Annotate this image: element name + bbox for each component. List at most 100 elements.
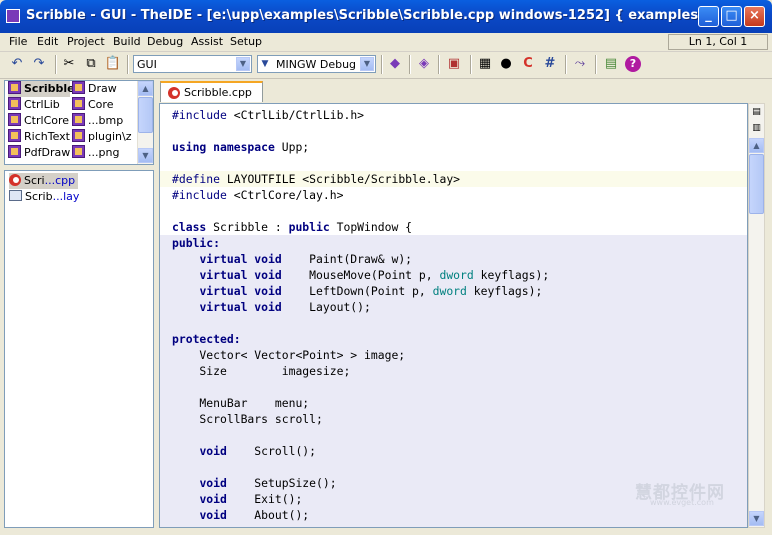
scroll-up-icon[interactable]: ▲: [749, 138, 764, 153]
menu-bar: File Edit Project Build Debug Assist Set…: [0, 33, 772, 52]
package-item[interactable]: CtrlCore: [8, 113, 69, 129]
title-bar[interactable]: Scribble - GUI - TheIDE - [e:\upp\exampl…: [0, 0, 772, 33]
file-list: Scri...cpp Scrib...lay: [4, 170, 154, 528]
code-line: #define LAYOUTFILE <Scribble/Scribble.la…: [172, 172, 461, 186]
package-scrollbar[interactable]: ▲ ▼: [137, 81, 153, 164]
package-item[interactable]: RichText: [8, 129, 70, 145]
package-item[interactable]: Core: [72, 97, 113, 113]
code-line: public:: [172, 236, 221, 250]
package-icon: [8, 129, 21, 142]
code-line: void Scroll();: [199, 444, 317, 458]
code-line: using namespace Upp;: [172, 140, 310, 154]
build-package-icon[interactable]: ◆: [387, 56, 403, 72]
help-icon[interactable]: ?: [625, 56, 641, 72]
package-item[interactable]: ...bmp: [72, 113, 123, 129]
split-vertical-icon[interactable]: ▥: [749, 122, 764, 134]
tab-scribble-cpp[interactable]: Scribble.cpp: [160, 81, 263, 102]
package-label: Core: [88, 98, 114, 111]
bomb-icon[interactable]: ●: [498, 56, 514, 72]
scroll-thumb[interactable]: [749, 154, 764, 214]
scroll-down-icon[interactable]: ▼: [749, 511, 764, 526]
menu-project[interactable]: Project: [67, 34, 105, 49]
package-icon: [72, 145, 85, 158]
package-icon: [72, 97, 85, 110]
cursor-position: Ln 1, Col 1: [668, 34, 768, 50]
build-mode-icon: ▼: [261, 59, 269, 69]
paste-icon[interactable]: 📋: [105, 56, 121, 72]
editor-scrollbar[interactable]: ▤ ▥ ▲ ▼: [748, 103, 765, 528]
code-editor[interactable]: #include <CtrlLib/CtrlLib.h> using names…: [159, 103, 748, 528]
scroll-down-icon[interactable]: ▼: [138, 148, 153, 163]
package-item[interactable]: ...png: [72, 145, 119, 161]
maximize-button[interactable]: □: [721, 6, 742, 27]
close-button[interactable]: ×: [744, 6, 765, 27]
package-item[interactable]: plugin\z: [72, 129, 134, 145]
copy-icon[interactable]: ⧉: [83, 56, 99, 72]
toolbar-separator: [470, 55, 472, 74]
package-label: CtrlCore: [24, 114, 70, 127]
minimize-button[interactable]: _: [698, 6, 719, 27]
code-line: Size imagesize;: [172, 364, 351, 378]
toolbar-separator: [409, 55, 411, 74]
package-icon: [72, 81, 85, 94]
menu-assist[interactable]: Assist: [191, 34, 223, 49]
package-icon: [8, 81, 21, 94]
package-item[interactable]: PdfDraw: [8, 145, 70, 161]
toolbar-separator: [595, 55, 597, 74]
code-line: virtual void MouseMove(Point p, dword ke…: [199, 268, 550, 282]
package-label: plugin\z: [88, 130, 132, 143]
file-name: Scri: [24, 174, 45, 187]
toolbar: ↶ ↷ ✂ ⧉ 📋 GUI ▼ ▼ MINGW Debug ▼ ◆ ◈ ▣ ▦ …: [0, 52, 772, 79]
menu-setup[interactable]: Setup: [230, 34, 262, 49]
code-line: Vector< Vector<Point> > image;: [172, 348, 406, 362]
code-line: void SetupSize();: [199, 476, 337, 490]
redo-icon[interactable]: ↷: [31, 56, 47, 72]
package-label: ...png: [88, 146, 120, 159]
package-label: Scribble: [24, 82, 75, 95]
run-icon[interactable]: ▣: [446, 56, 462, 72]
cut-icon[interactable]: ✂: [61, 56, 77, 72]
menu-build[interactable]: Build: [113, 34, 141, 49]
branch-icon[interactable]: ⤳: [572, 56, 588, 72]
chevron-down-icon[interactable]: ▼: [360, 57, 374, 71]
build-method-select[interactable]: ▼ MINGW Debug ▼: [257, 55, 376, 73]
cpp-file-icon: [168, 87, 180, 99]
code-line: void About();: [199, 508, 310, 522]
toolbar-separator: [438, 55, 440, 74]
file-ext: ...cpp: [44, 174, 76, 187]
package-item[interactable]: Scribble: [8, 81, 75, 97]
menu-edit[interactable]: Edit: [37, 34, 58, 49]
hash-icon[interactable]: #: [542, 56, 558, 72]
cpp-icon[interactable]: C: [520, 56, 536, 72]
package-item[interactable]: CtrlLib: [8, 97, 60, 113]
file-item-lay[interactable]: Scrib...lay: [9, 189, 79, 205]
package-label: Draw: [88, 82, 117, 95]
package-icon: [8, 113, 21, 126]
tab-label: Scribble.cpp: [184, 86, 252, 99]
code-line: virtual void LeftDown(Point p, dword key…: [199, 284, 543, 298]
main-config-select[interactable]: GUI ▼: [133, 55, 252, 73]
toolbar-separator: [127, 55, 129, 74]
file-item-cpp[interactable]: Scri...cpp: [9, 173, 79, 189]
chevron-down-icon[interactable]: ▼: [236, 57, 250, 71]
code-line: #include <CtrlCore/lay.h>: [172, 188, 344, 202]
code-line: ScrollBars scroll;: [172, 412, 323, 426]
package-list: Scribble CtrlLib CtrlCore RichText PdfDr…: [4, 80, 154, 165]
package-label: ...bmp: [88, 114, 124, 127]
scroll-thumb[interactable]: [138, 97, 153, 133]
undo-icon[interactable]: ↶: [9, 56, 25, 72]
build-all-icon[interactable]: ◈: [416, 56, 432, 72]
package-label: CtrlLib: [24, 98, 60, 111]
package-icon: [8, 97, 21, 110]
toolbar-separator: [565, 55, 567, 74]
menu-file[interactable]: File: [9, 34, 27, 49]
notes-icon[interactable]: ▤: [603, 56, 619, 72]
cpp-file-icon: [9, 174, 21, 186]
split-horizontal-icon[interactable]: ▤: [749, 106, 764, 118]
package-icon: [72, 129, 85, 142]
calendar-icon[interactable]: ▦: [477, 56, 493, 72]
scroll-up-icon[interactable]: ▲: [138, 81, 153, 96]
layout-file-icon: [9, 190, 22, 201]
menu-debug[interactable]: Debug: [147, 34, 183, 49]
package-item[interactable]: Draw: [72, 81, 117, 97]
